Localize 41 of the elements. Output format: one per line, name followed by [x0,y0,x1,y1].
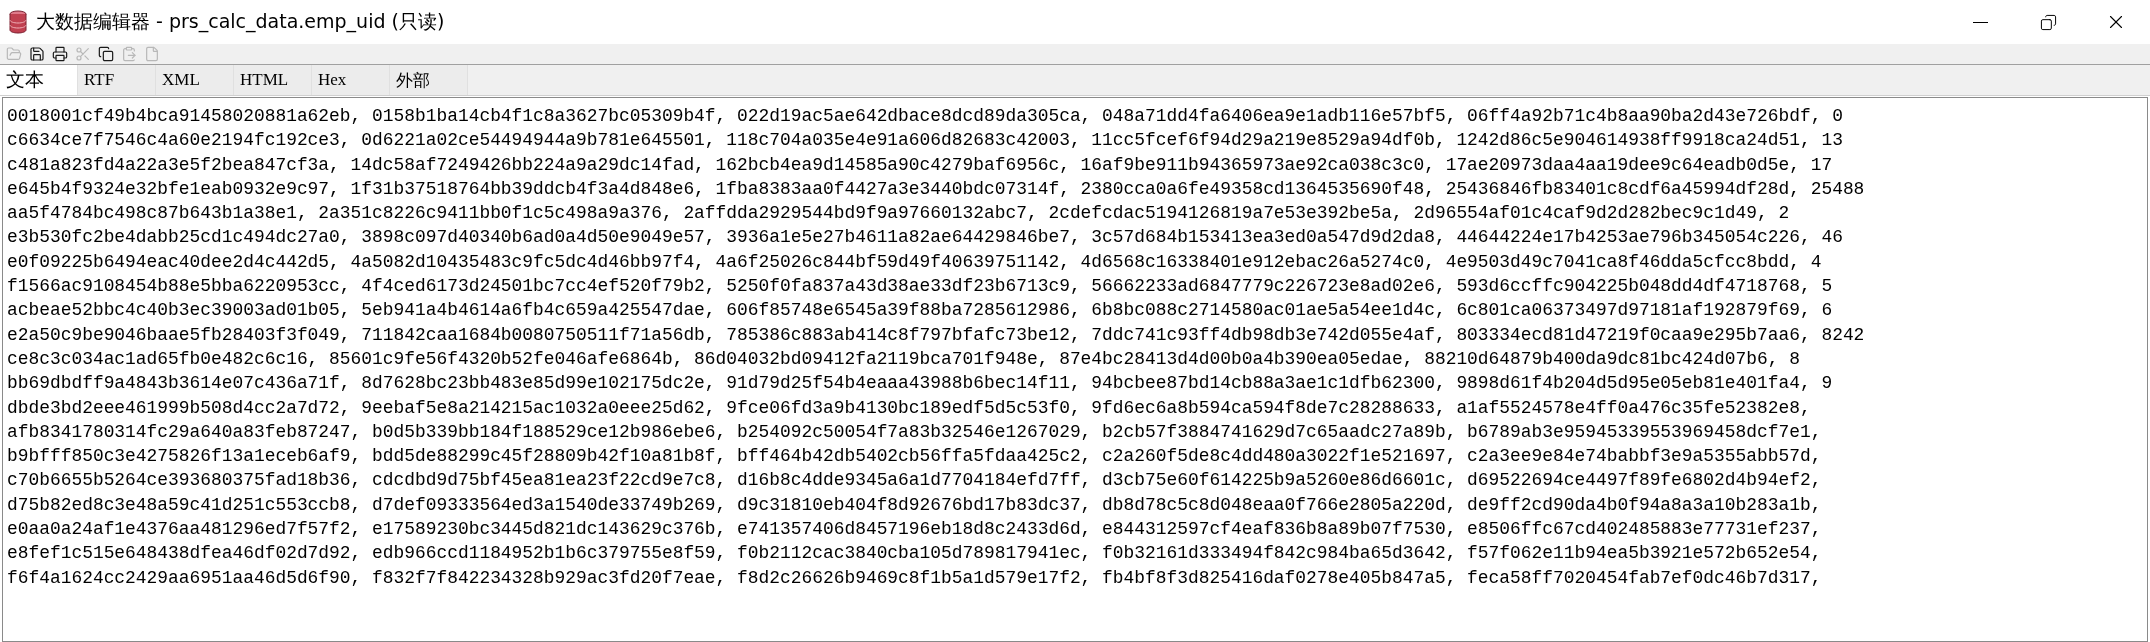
text-line: e645b4f9324e32bfe1eab0932e9c97, 1f31b37518764bb39ddcb4f3a4d848e6, 1fba8383aa0f4427a3e3440bdc07314f, 2380cca0a6fe49358cd1364535690f48, 25436846fb83401c8cdf6a45994df28d, 25488 [7,177,1865,201]
text-line: c6634ce7f7546c4a60e2194fc192ce3, 0d6221a02ce54494944a9b781e645501, 118c704a035e4e91a606d82683c42003, 11cc5fcef6f94d29a219e8529a94df0b, 1242d86c5e904614938ff9918ca24d51, 13 [7,129,1843,153]
minimize-icon [1972,21,1988,23]
text-line: f6f4a1624cc2429aa6951aa46d5d6f90, f832f7f842234328b929ac3fd20f7eae, f8d2c26626b9469c8f1b5a1d579e17f2, fb4bf8f3d825416daf0278e405b847a5, feca58ff7020454fab7ef0dc46b7d317, [7,566,1822,590]
text-line: bb69dbdff9a4843b3614e07c436a71f, 8d7628bc23bb483e85d99e102175dc2e, 91d79d25f54b4eaaa43988b6bec14f11, 94bcbee87bd14cb88a3ae1c1dfb62300, 9898d61f4b204d5d95e05eb81e401fa4, 9 [7,372,1833,396]
copy-button[interactable] [96,44,116,64]
save-icon [29,46,45,62]
copy-icon [98,46,114,62]
text-line: afb8341780314fc29a640a83feb87247, b0d5b339bb184f188529ce12b986ebe6, b254092c50054f7a83b32546e1267029, b2cb57f3884741629d7c65aadc27a89b, b6789ab3e95945339553969458dcf7e1, [7,420,1822,444]
window-title: 大数据编辑器 - prs_calc_data.emp_uid (只读) [36,9,446,35]
text-area[interactable] [2,97,2148,642]
database-icon [8,10,28,34]
open-folder-icon [6,46,22,62]
text-line: c70b6655b5264ce393680375fad18b36, cdcdbd9d75bf45ea81ea23f22cd9e7c8, d16b8c4dde9345a6a1d7704184efd7ff, d3cb75e60f614225b9a5260e86d6601c, d69522694ce4497f89fe6802d4b94ef2, [7,469,1822,493]
tab[interactable]: XML [156,65,234,95]
text-line: acbeae52bbc4c40b3ec39003ad01b05, 5eb941a4b4614a6fb4c659a425547dae, 606f85748e6545a39f88ba7285612986, 6b8bc088c2714580ac01ae5a54ee1d4c, 6c801ca06373497d97181af192879f69, 6 [7,299,1833,323]
text-line: e8fef1c515e648438dfea46df02d7d92, edb966ccd1184952b1b6c379755e8f59, f0b2112cac3840cba105d789817941ec, f0b32161d333494f842c984ba65d3642, f57f062e11b94ea5b3921e572b652e54, [7,542,1822,566]
paste-icon [121,46,137,62]
page-icon [144,46,160,62]
text-line: f1566ac9108454b88e5bba6220953cc, 4f4ced6173d24501bc7cc4ef520f79b2, 5250f0fa837a43d38ae33df23b6713c9, 56662233ad6847779c226723e8ad02e6, 593d6ccffc904225b048dd4df4718768, 5 [7,275,1833,299]
text-line: aa5f4784bc498c87b643b1a38e1, 2a351c8226c9411bb0f1c5c498a9a376, 2affdda2929544bd9f9a97660132abc7, 2cdefcdac5194126819a7e53e392be5a, 2d96554af01c4caf9d2d282bec9c1d49, 2 [7,202,1790,226]
text-line: c481a823fd4a22a3e5f2bea847cf3a, 14dc58af7249426bb224a9a29dc14fad, 162bcb4ea9d14585a90c4279baf6956c, 16af9be911b94365973ae92ca038c3c0, 17ae20973daa4aa19dee9c64eadb0d5e, 17 [7,153,1833,177]
text-line: d75b82ed8c3e48a59c41d251c553ccb8, d7def09333564ed3a1540de33749b269, d9c31810eb404f8d92676bd17b83dc37, db8d78c5c8d048eaa0f766e2805a220d, de9ff2cd90da4b0f94a8a3a10b283a1b, [7,493,1822,517]
printer-button[interactable] [50,44,70,64]
printer-icon [52,46,68,62]
text-line: ce8c3c034ac1ad65fb0e482c6c16, 85601c9fe56f4320b52fe046afe6864b, 86d04032bd09412fa2119bca701f948e, 87e4bc28413d4d00b0a4b390ea05edae, 88210d64879b400da9dc81bc424d07b6, 8 [7,347,1800,371]
restore-icon [2039,13,2057,31]
text-line: b9bfff850c3e4275826f13a1eceb6af9, bdd5de88299c45f28809b42f10a81b8f, bff464b42db5402cb56ffa5fdaa425c2, c2a260f5de8c4dd480a3022f1e521697, c2a3ee9e84e74babbf3e9a5355abb57d, [7,445,1822,469]
scissors-icon [75,46,91,62]
tab[interactable]: 文本 [0,65,78,95]
tab[interactable]: RTF [78,65,156,95]
text-line: e2a50c9be9046baae5fb28403f3f049, 711842caa1684b0080750511f71a56db, 785386c883ab414c8f797bfafc73be12, 7ddc741c93ff4db98db3e742d055e4af, 803334ecd81d47219f0caa9e295b7aa6, 8242 [7,323,1865,347]
tab[interactable]: HTML [234,65,312,95]
save-button[interactable] [27,44,47,64]
text-line: e0f09225b6494eac40dee2d4c442d5, 4a5082d10435483c9fc5dc4d46bb97f4, 4a6f25026c844bf59d49f40639751142, 4d6568c16338401e912ebac26a5274c0, 4e9503d49c7041ca8f46dda5cfcc8bdd, 4 [7,250,1822,274]
text-line: e3b530fc2be4dabb25cd1c494dc27a0, 3898c097d40340b6ad0a4d50e9049e57, 3936a1e5e27b4611a82ae64429846be7, 3c57d684b153413ea3ed0a547d9d2da8, 44644224e17b4253ae796b345054c226, 46 [7,226,1843,250]
text-line: 0018001cf49b4bca91458020881a62eb, 0158b1ba14cb4f1c8a3627bc05309b4f, 022d19ac5ae642dbace8dcd89da305ca, 048a71dd4fa6406ea9e1adb116e57bf5, 06ff4a92b71c4b8aa90ba2d43e726bdf, 0 [7,105,1843,128]
tab[interactable]: Hex [312,65,390,95]
tab[interactable]: 外部 [390,65,468,95]
text-line: dbde3bd2eee461999b508d4cc2a7d72, 9eebaf5e8a214215ac1032a0eee25d62, 9fce06fd3a9b4130bc189edf5d5c53f0, 9fd6ec6a8b594ca594f8de7c28288633, a1af5524578e4ff0a476c35fe52382e8, [7,396,1811,420]
text-line: e0aa0a24af1e4376aa481296ed7f57f2, e17589230bc3445d821dc143629c376b, e741357406d8457196eb18d8c2433d6d, e844312597cf4eaf836b8a89b07f7530, e8506ffc67cd402485883e77731ef237, [7,518,1822,542]
